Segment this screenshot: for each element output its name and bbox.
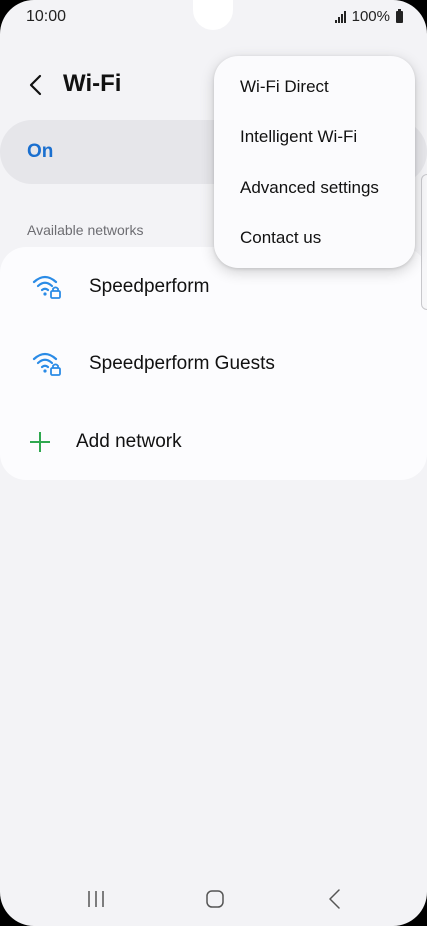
page-title: Wi-Fi <box>63 70 122 97</box>
camera-notch <box>193 0 233 30</box>
phone-screen: 10:00 100% Wi-Fi On Available networks S… <box>0 0 427 926</box>
recents-icon[interactable] <box>86 890 106 908</box>
wifi-locked-icon <box>32 275 61 299</box>
available-networks-label: Available networks <box>27 222 144 238</box>
network-name: Speedperform <box>89 276 210 297</box>
networks-list: Speedperform Speedperform Guests Add net… <box>0 247 427 480</box>
scroll-handle[interactable] <box>421 174 427 310</box>
add-network-button[interactable]: Add network <box>0 407 427 477</box>
overflow-menu: Wi-Fi Direct Intelligent Wi-Fi Advanced … <box>214 56 415 268</box>
network-name: Speedperform Guests <box>89 353 275 374</box>
home-icon[interactable] <box>205 890 225 908</box>
network-item-speedperform-guests[interactable]: Speedperform Guests <box>0 329 427 399</box>
menu-item-contact-us[interactable]: Contact us <box>240 228 321 248</box>
signal-icon <box>334 10 346 23</box>
nav-back-icon[interactable] <box>326 888 344 910</box>
back-chevron-icon[interactable] <box>22 70 52 100</box>
menu-item-advanced-settings[interactable]: Advanced settings <box>240 178 379 198</box>
menu-item-wifi-direct[interactable]: Wi-Fi Direct <box>240 77 329 97</box>
add-network-label: Add network <box>76 431 182 452</box>
navigation-bar <box>0 870 427 926</box>
wifi-locked-icon <box>32 352 61 376</box>
battery-percent: 100% <box>351 8 390 25</box>
status-indicators: 100% <box>334 8 403 25</box>
status-time: 10:00 <box>26 8 67 25</box>
battery-icon <box>396 8 403 23</box>
status-bar: 10:00 100% <box>0 0 427 36</box>
plus-icon <box>30 432 50 452</box>
menu-item-intelligent-wifi[interactable]: Intelligent Wi-Fi <box>240 127 357 147</box>
wifi-toggle-label: On <box>27 141 54 162</box>
